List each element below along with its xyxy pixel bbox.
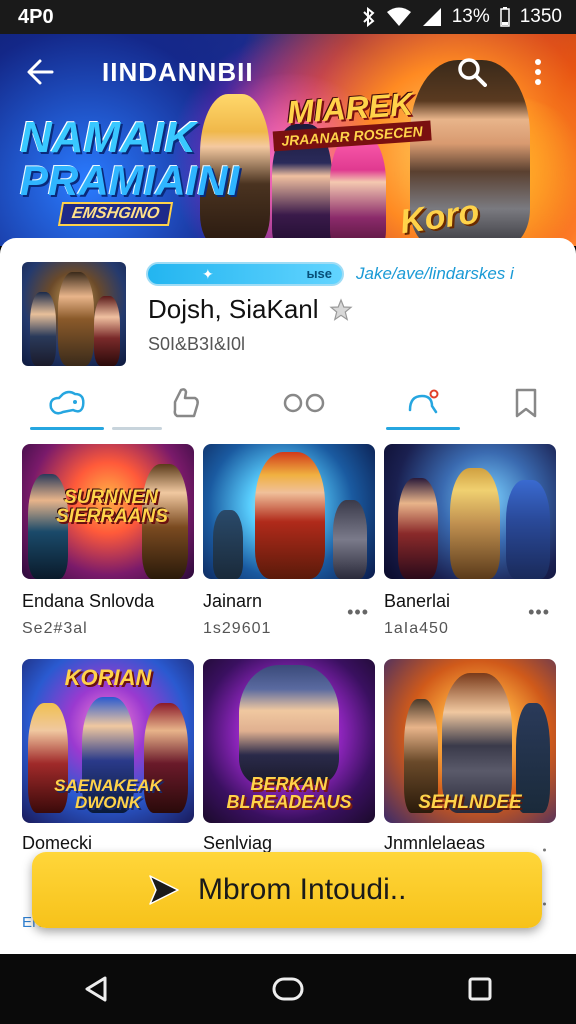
nav-recents-icon <box>468 977 492 1001</box>
more-vertical-icon <box>535 59 541 85</box>
hero-badge: MIAREK JRAANAR ROSECEN <box>270 86 432 152</box>
hero-character-pink <box>330 134 386 246</box>
game-thumbnail <box>384 444 556 579</box>
nav-back-button[interactable] <box>66 959 126 1019</box>
game-thumbnail-title-top: KORIAN <box>64 665 152 690</box>
app-header: ✦ ыse Jake/ave/lindarskes i Dojsh, SiaKa… <box>22 262 556 372</box>
tab-bar <box>22 372 556 434</box>
tab-loop[interactable] <box>259 372 349 434</box>
overflow-menu-button[interactable] <box>518 52 558 92</box>
search-button[interactable] <box>452 52 492 92</box>
hero-logo-line2: PRAMIAINI <box>20 157 240 204</box>
info-icon: i <box>510 264 514 283</box>
nav-recents-button[interactable] <box>450 959 510 1019</box>
app-name: Dojsh, SiaKanl <box>148 294 353 325</box>
app-bar-title: IINDANNBII <box>102 56 254 87</box>
bookmark-icon <box>515 388 537 418</box>
app-icon[interactable] <box>22 262 126 366</box>
game-card[interactable]: Banerlai 1aIa450 ••• <box>384 444 556 659</box>
app-detail-sheet: ✦ ыse Jake/ave/lindarskes i Dojsh, SiaKa… <box>0 238 576 954</box>
game-thumbnail-title: SAENAKEAK DWONK <box>54 776 162 812</box>
bluetooth-icon <box>362 7 375 27</box>
nav-home-icon <box>272 977 304 1001</box>
status-bar: 4P0 13% 1350 <box>0 0 576 34</box>
tab-likes[interactable] <box>141 372 231 434</box>
game-thumbnail-title: SEHLNDEE <box>418 792 522 813</box>
tab-notifications[interactable] <box>378 372 468 434</box>
more-options-button[interactable]: ••• <box>347 602 369 623</box>
battery-icon <box>499 7 510 27</box>
game-card[interactable]: KORIAN SAENAKEAK DWONK Domecki <box>22 659 194 853</box>
store-link[interactable]: Jake/ave/lindarskes i <box>356 264 514 284</box>
game-card[interactable]: Jainarn 1s29601 ••• <box>203 444 375 659</box>
nav-back-icon <box>85 976 107 1002</box>
status-time-left: 4P0 <box>18 5 54 28</box>
signal-icon <box>422 8 441 26</box>
controller-icon <box>49 390 85 415</box>
install-button[interactable]: Mbrom Intoudi.. <box>32 852 542 928</box>
game-title: Jnmnlelaeas <box>384 833 486 853</box>
game-subtitle: Se2#3al <box>22 620 88 637</box>
store-link-text: Jake/ave/lindarskes <box>356 264 506 283</box>
app-name-text: Dojsh, SiaKanl <box>148 294 319 324</box>
game-thumbnail-title: SURNNEN SIERRAANS <box>56 487 168 527</box>
system-nav-bar <box>0 954 576 1024</box>
game-thumbnail <box>203 444 375 579</box>
thumb-up-icon <box>173 388 199 418</box>
install-progress-bar: ✦ ыse <box>146 262 344 286</box>
game-title: Endana Snlovda <box>22 591 155 611</box>
game-card[interactable]: BERKAN BLREADEAUS Senlviag <box>203 659 375 853</box>
game-title: Senlviag <box>203 833 273 853</box>
status-clock: 1350 <box>519 6 562 27</box>
notification-icon <box>408 389 438 414</box>
star-icon[interactable] <box>328 297 353 322</box>
game-thumbnail: SEHLNDEE <box>384 659 556 823</box>
game-thumbnail: BERKAN BLREADEAUS <box>203 659 375 823</box>
wifi-icon <box>386 7 411 26</box>
game-thumbnail-title: BERKAN BLREADEAUS <box>226 774 352 812</box>
nav-home-button[interactable] <box>258 959 318 1019</box>
hero-logo-line3: EMSHGINO <box>57 202 174 226</box>
sparkle-icon: ✦ <box>202 266 214 282</box>
hero-logo-line1: NAMAIK <box>20 113 196 162</box>
infinity-icon <box>283 393 325 413</box>
back-arrow-icon <box>27 59 54 85</box>
install-button-label: Mbrom Intoudi.. <box>198 873 407 906</box>
play-icon <box>149 875 179 905</box>
game-thumbnail: KORIAN SAENAKEAK DWONK <box>22 659 194 823</box>
game-card[interactable]: SURNNEN SIERRAANS Endana Snlovda Se2#3al <box>22 444 194 659</box>
tab-games[interactable] <box>22 372 162 434</box>
game-grid: SURNNEN SIERRAANS Endana Snlovda Se2#3al… <box>22 444 556 853</box>
game-thumbnail: SURNNEN SIERRAANS <box>22 444 194 579</box>
app-meta: S0I&B3I&I0l <box>148 334 246 354</box>
game-title: Domecki <box>22 833 93 853</box>
game-card[interactable]: SEHLNDEE Jnmnlelaeas <box>384 659 556 853</box>
status-icons: 13% 1350 <box>362 6 562 28</box>
hero-banner: IINDANNBII NAMAIK PRAMIAINI EMSHGINO MIA… <box>0 34 576 246</box>
battery-percent: 13% <box>451 6 490 27</box>
hero-logo: NAMAIK PRAMIAINI EMSHGINO <box>20 116 239 226</box>
more-options-button[interactable]: ••• <box>528 602 550 623</box>
progress-label: ыse <box>306 266 332 281</box>
search-icon <box>458 58 487 87</box>
tab-bookmarks[interactable] <box>496 372 556 434</box>
back-button[interactable] <box>18 50 62 94</box>
scroll-indicator <box>543 848 546 906</box>
